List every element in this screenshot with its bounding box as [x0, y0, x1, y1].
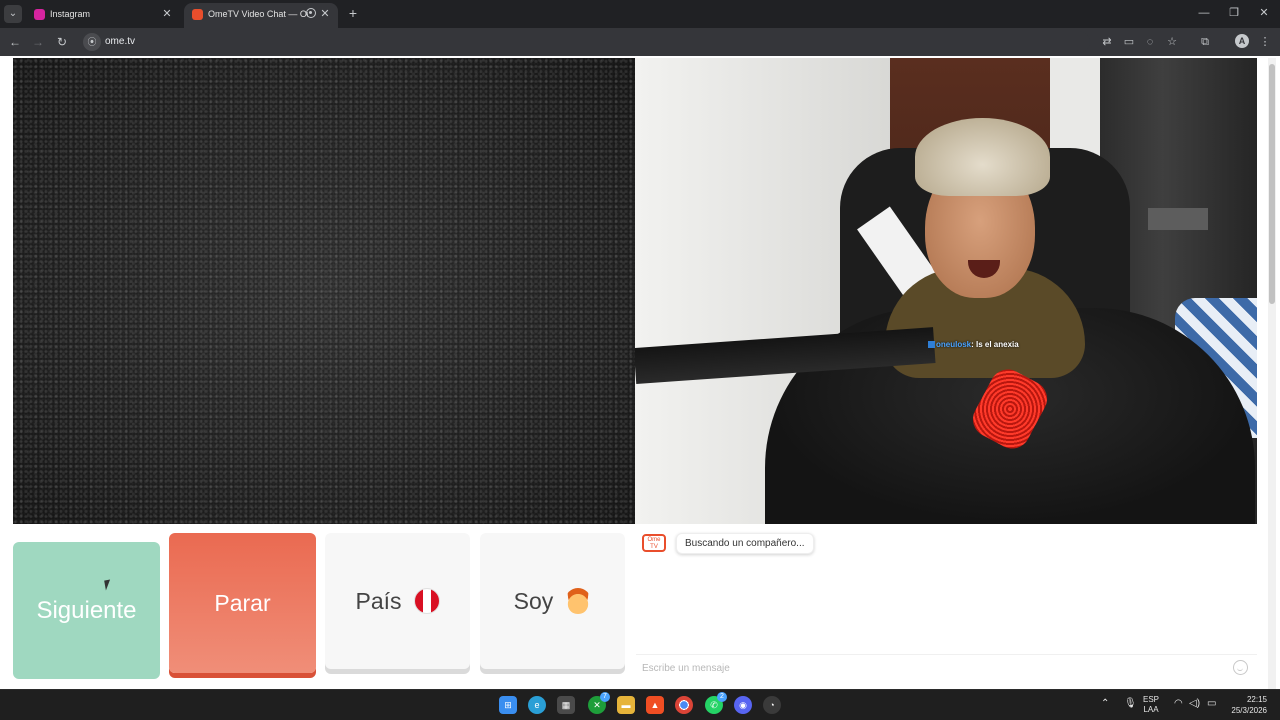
app-notification-icon[interactable]: ◔ — [763, 696, 781, 714]
language-indicator[interactable]: ESP LAA — [1143, 695, 1159, 715]
overlay-message: : Is el anexia — [971, 340, 1019, 349]
browser-tab-strip: ⌄ Instagram ✕ OmeTV Video Chat — Ome ✕ +… — [0, 0, 1280, 28]
next-button-label: Siguiente — [36, 596, 137, 624]
system-clock[interactable]: 22:15 25/3/2026 — [1225, 694, 1267, 716]
bookmark-star-icon[interactable]: ☆ — [1164, 34, 1180, 50]
extensions-icon[interactable]: ⧉ — [1197, 34, 1213, 50]
tab-title: OmeTV Video Chat — Ome — [208, 9, 308, 19]
start-menu-icon[interactable]: ⊞ — [499, 696, 517, 714]
local-video-static — [13, 58, 635, 524]
wifi-icon[interactable]: ◠ — [1174, 698, 1183, 709]
forward-button[interactable]: → — [29, 33, 47, 51]
tab-title: Instagram — [50, 9, 91, 19]
file-explorer-icon[interactable]: ▬ — [617, 696, 635, 714]
ometv-logo-icon: Ome TV — [642, 534, 666, 552]
microsoft-store-icon[interactable]: ▦ — [557, 696, 575, 714]
browser-toolbar: ← → ↻ ⦿ ome.tv ⇄ ▭ ◌ ☆ ⧉ A ⋮ — [0, 28, 1280, 56]
windows-taskbar: ⊞ e ▦ ✕ 7 ▬ ▲ ✆ 2 ◉ ◔ ⌃ 🎙︎ ESP LAA ◠ ◁) ▭ … — [0, 689, 1280, 720]
edge-browser-icon[interactable]: e — [528, 696, 546, 714]
battery-icon[interactable]: ▭ — [1207, 698, 1216, 709]
overlay-username: oneulosk — [936, 340, 972, 349]
recording-indicator-icon — [306, 8, 316, 18]
brave-browser-icon[interactable]: ▲ — [646, 696, 664, 714]
gender-button[interactable]: Soy — [480, 533, 625, 669]
chrome-browser-icon[interactable] — [675, 696, 693, 714]
clock-time: 22:15 — [1246, 695, 1267, 704]
url-text[interactable]: ome.tv — [105, 36, 135, 47]
ometv-page: oneulosk: Is el anexia Siguiente Parar P… — [0, 56, 1280, 689]
ometv-favicon-icon — [192, 9, 203, 20]
xbox-badge: 7 — [600, 692, 610, 702]
video-person-hair — [915, 118, 1050, 196]
whatsapp-icon[interactable]: ✆ 2 — [705, 692, 727, 714]
reload-button[interactable]: ↻ — [53, 33, 71, 51]
chat-platform-icon — [928, 341, 935, 348]
logo-text-top: Ome — [647, 537, 661, 543]
country-button-label: País — [355, 587, 402, 614]
translate-icon[interactable]: ⇄ — [1099, 34, 1115, 50]
show-hidden-icons-icon[interactable]: ⌃ — [1101, 698, 1109, 709]
emoji-picker-icon[interactable] — [1233, 660, 1248, 675]
discord-icon[interactable]: ◉ — [734, 696, 752, 714]
stop-button[interactable]: Parar — [169, 533, 316, 673]
tab-instagram[interactable]: Instagram ✕ — [26, 3, 180, 28]
next-button[interactable]: Siguiente — [13, 542, 160, 679]
new-tab-button[interactable]: + — [345, 5, 361, 21]
chat-input-row — [636, 654, 1257, 679]
boy-emoji-icon — [565, 588, 592, 614]
scrollbar-thumb[interactable] — [1269, 64, 1275, 304]
country-button[interactable]: País — [325, 533, 470, 669]
keyboard-layout: LAA — [1143, 705, 1159, 714]
xbox-icon[interactable]: ✕ 7 — [588, 692, 610, 714]
whatsapp-badge: 2 — [717, 692, 727, 702]
address-bar[interactable]: ⦿ ome.tv — [80, 31, 1090, 53]
minimize-button[interactable]: — — [1189, 4, 1219, 22]
logo-text-bottom: TV — [650, 544, 658, 550]
close-window-button[interactable]: ✕ — [1249, 4, 1279, 22]
language-code: ESP — [1143, 695, 1160, 704]
gender-button-label: Soy — [513, 587, 554, 614]
close-tab-icon[interactable]: ✕ — [318, 7, 332, 21]
profile-avatar[interactable]: A — [1235, 34, 1249, 48]
volume-icon[interactable]: ◁) — [1189, 698, 1200, 709]
peru-flag-icon — [413, 588, 440, 614]
microphone-icon[interactable]: 🎙︎ — [1124, 698, 1137, 709]
cast-icon[interactable]: ▭ — [1121, 34, 1137, 50]
stream-chat-overlay: oneulosk: Is el anexia — [928, 340, 1019, 349]
browser-menu-icon[interactable]: ⋮ — [1257, 34, 1273, 50]
site-info-icon[interactable]: ⦿ — [83, 33, 101, 51]
clock-date: 25/3/2026 — [1231, 706, 1267, 715]
eye-off-icon[interactable]: ◌ — [1142, 34, 1158, 50]
page-scrollbar[interactable] — [1268, 58, 1276, 689]
chat-status-message: Buscando un compañero... — [676, 533, 814, 554]
instagram-favicon-icon — [34, 9, 45, 20]
close-tab-icon[interactable]: ✕ — [160, 7, 174, 21]
partner-video: oneulosk: Is el anexia — [635, 58, 1257, 524]
back-button[interactable]: ← — [6, 33, 24, 51]
stop-button-label: Parar — [214, 589, 271, 616]
restore-button[interactable]: ❐ — [1219, 4, 1249, 22]
chat-panel: Ome TV Buscando un compañero... — [636, 526, 1257, 681]
chat-message-input[interactable] — [642, 659, 1202, 677]
tab-ometv[interactable]: OmeTV Video Chat — Ome ✕ — [184, 3, 338, 28]
tab-search-button[interactable]: ⌄ — [4, 5, 22, 23]
